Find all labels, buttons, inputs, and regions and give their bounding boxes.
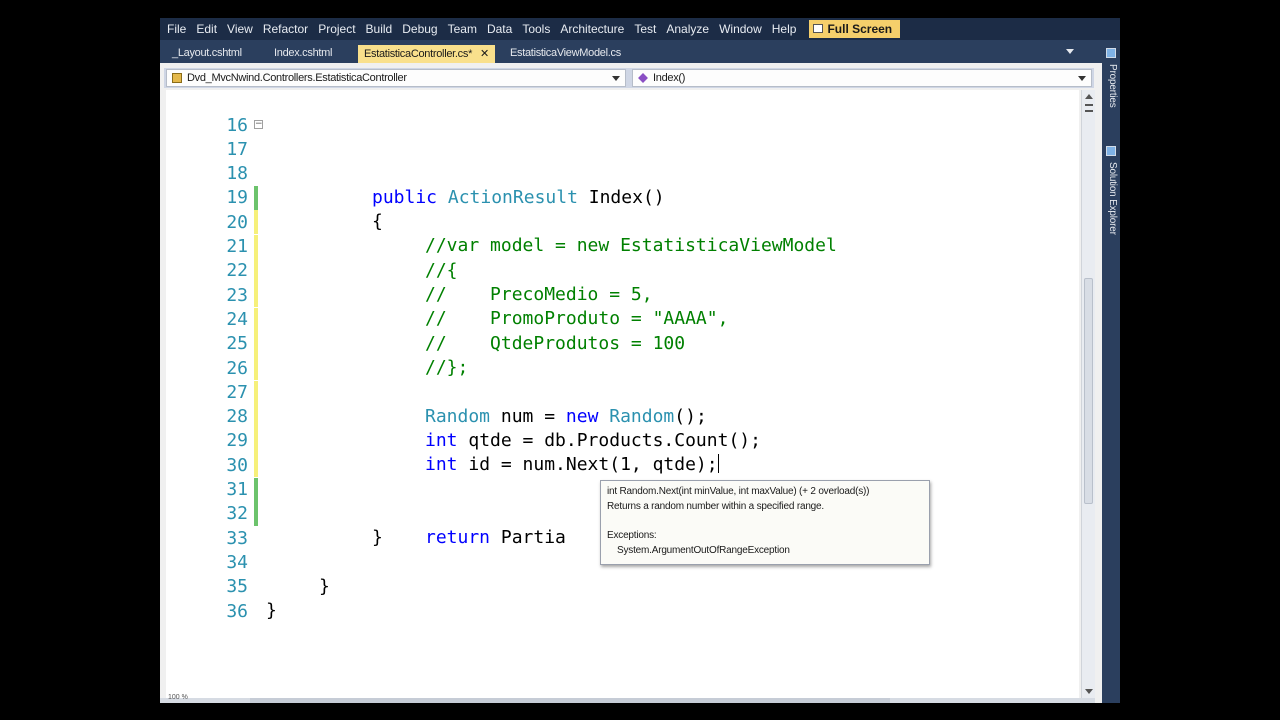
tab-estatistica-controller[interactable]: EstatisticaController.cs* ✕ <box>358 45 495 63</box>
menu-architecture[interactable]: Architecture <box>559 22 631 36</box>
full-screen-icon <box>813 24 824 33</box>
navigation-bar: Dvd_MvcNwind.Controllers.EstatisticaCont… <box>164 68 1094 88</box>
code-line: 19 //var model = new EstatisticaViewMode… <box>166 162 1079 256</box>
member-dropdown-value: Index() <box>653 72 686 84</box>
menu-team[interactable]: Team <box>447 22 484 36</box>
code-line: 22 // PromoProduto = "AAAA", <box>166 235 1079 329</box>
menu-data[interactable]: Data <box>486 22 519 36</box>
menu-debug[interactable]: Debug <box>401 22 444 36</box>
menu-test[interactable]: Test <box>633 22 663 36</box>
document-tab-bar: _Layout.cshtml Index.cshtml EstatisticaC… <box>160 40 1102 63</box>
chevron-down-icon <box>612 76 620 81</box>
menu-file[interactable]: File <box>166 22 193 36</box>
scrollbar-thumb[interactable] <box>1084 278 1093 504</box>
class-dropdown[interactable]: Dvd_MvcNwind.Controllers.EstatisticaCont… <box>166 69 626 87</box>
collapse-icon[interactable]: − <box>254 120 263 129</box>
split-window-icon[interactable] <box>1085 104 1093 112</box>
tooltip-exceptions-label: Exceptions: <box>607 530 657 541</box>
tab-layout-cshtml[interactable]: _Layout.cshtml <box>166 45 248 63</box>
close-icon[interactable]: ✕ <box>480 48 489 60</box>
menu-project[interactable]: Project <box>317 22 362 36</box>
code-line: 36 <box>166 576 1079 622</box>
menu-bar: File Edit View Refactor Project Build De… <box>160 18 1120 40</box>
code-line: 25 <box>166 308 1079 380</box>
tab-label: Index.cshtml <box>274 47 333 59</box>
method-icon <box>638 73 648 83</box>
tab-index-cshtml[interactable]: Index.cshtml <box>268 45 338 63</box>
menu-help[interactable]: Help <box>771 22 804 36</box>
zoom-level[interactable]: 100 % <box>168 694 188 701</box>
menu-analyze[interactable]: Analyze <box>665 22 716 36</box>
tooltip-signature: int Random.Next(int minValue, int maxVal… <box>607 486 870 497</box>
tab-label: EstatisticaController.cs* <box>364 48 473 60</box>
code-line: 26 Random num = new Random(); <box>166 333 1079 427</box>
code-line: 28 int id = num.Next(1, qtde); <box>166 381 1079 475</box>
code-editor[interactable]: 16 17 − public ActionResult Index() 18 {… <box>166 90 1079 698</box>
full-screen-button[interactable]: Full Screen <box>809 20 901 38</box>
vertical-scrollbar[interactable] <box>1081 90 1095 698</box>
member-dropdown[interactable]: Index() <box>632 69 1092 87</box>
tab-label: EstatisticaViewModel.cs <box>510 47 621 59</box>
code-line: 18 { <box>166 138 1079 232</box>
properties-icon[interactable] <box>1106 48 1116 58</box>
solution-explorer-icon[interactable] <box>1106 146 1116 156</box>
code-line: 20 //{ <box>166 187 1079 281</box>
code-line: 29 <box>166 405 1079 477</box>
horizontal-scrollbar[interactable]: 100 % <box>160 694 1095 703</box>
scroll-up-icon[interactable] <box>1085 94 1093 99</box>
class-icon <box>172 73 182 83</box>
line-number: 36 <box>226 601 248 622</box>
right-dock-panel: Properties Solution Explorer <box>1102 40 1120 703</box>
menu-tools[interactable]: Tools <box>521 22 557 36</box>
properties-tab[interactable]: Properties <box>1104 64 1118 108</box>
menu-edit[interactable]: Edit <box>195 22 224 36</box>
visual-studio-window: File Edit View Refactor Project Build De… <box>160 18 1120 703</box>
code-line: 24 //}; <box>166 284 1079 378</box>
full-screen-label: Full Screen <box>827 22 893 36</box>
menu-view[interactable]: View <box>226 22 260 36</box>
chevron-down-icon <box>1078 76 1086 81</box>
code-line: 31 return Partia <box>166 454 1079 548</box>
code-line: 30 <box>166 430 1079 502</box>
tab-estatistica-viewmodel[interactable]: EstatisticaViewModel.cs <box>504 45 627 63</box>
code-line: 21 // PrecoMedio = 5, <box>166 211 1079 305</box>
solution-explorer-tab[interactable]: Solution Explorer <box>1104 162 1118 235</box>
tooltip-description: Returns a random number within a specifi… <box>607 501 824 512</box>
intellisense-tooltip: int Random.Next(int minValue, int maxVal… <box>600 480 930 565</box>
code-line: 17 − public ActionResult Index() <box>166 114 1079 209</box>
menu-build[interactable]: Build <box>365 22 400 36</box>
tab-dropdown-icon[interactable] <box>1066 49 1074 54</box>
scrollbar-thumb[interactable] <box>250 698 890 703</box>
class-dropdown-value: Dvd_MvcNwind.Controllers.EstatisticaCont… <box>187 72 407 84</box>
menu-refactor[interactable]: Refactor <box>262 22 315 36</box>
code-line: 23 // QtdeProdutos = 100 <box>166 260 1079 354</box>
scroll-down-icon[interactable] <box>1085 689 1093 694</box>
code-line: 16 <box>166 90 1079 136</box>
code-text: } <box>266 600 277 621</box>
menu-window[interactable]: Window <box>718 22 769 36</box>
tab-label: _Layout.cshtml <box>172 47 242 59</box>
tooltip-exception: System.ArgumentOutOfRangeException <box>617 545 790 556</box>
code-line: 27 int qtde = db.Products.Count(); <box>166 357 1079 451</box>
